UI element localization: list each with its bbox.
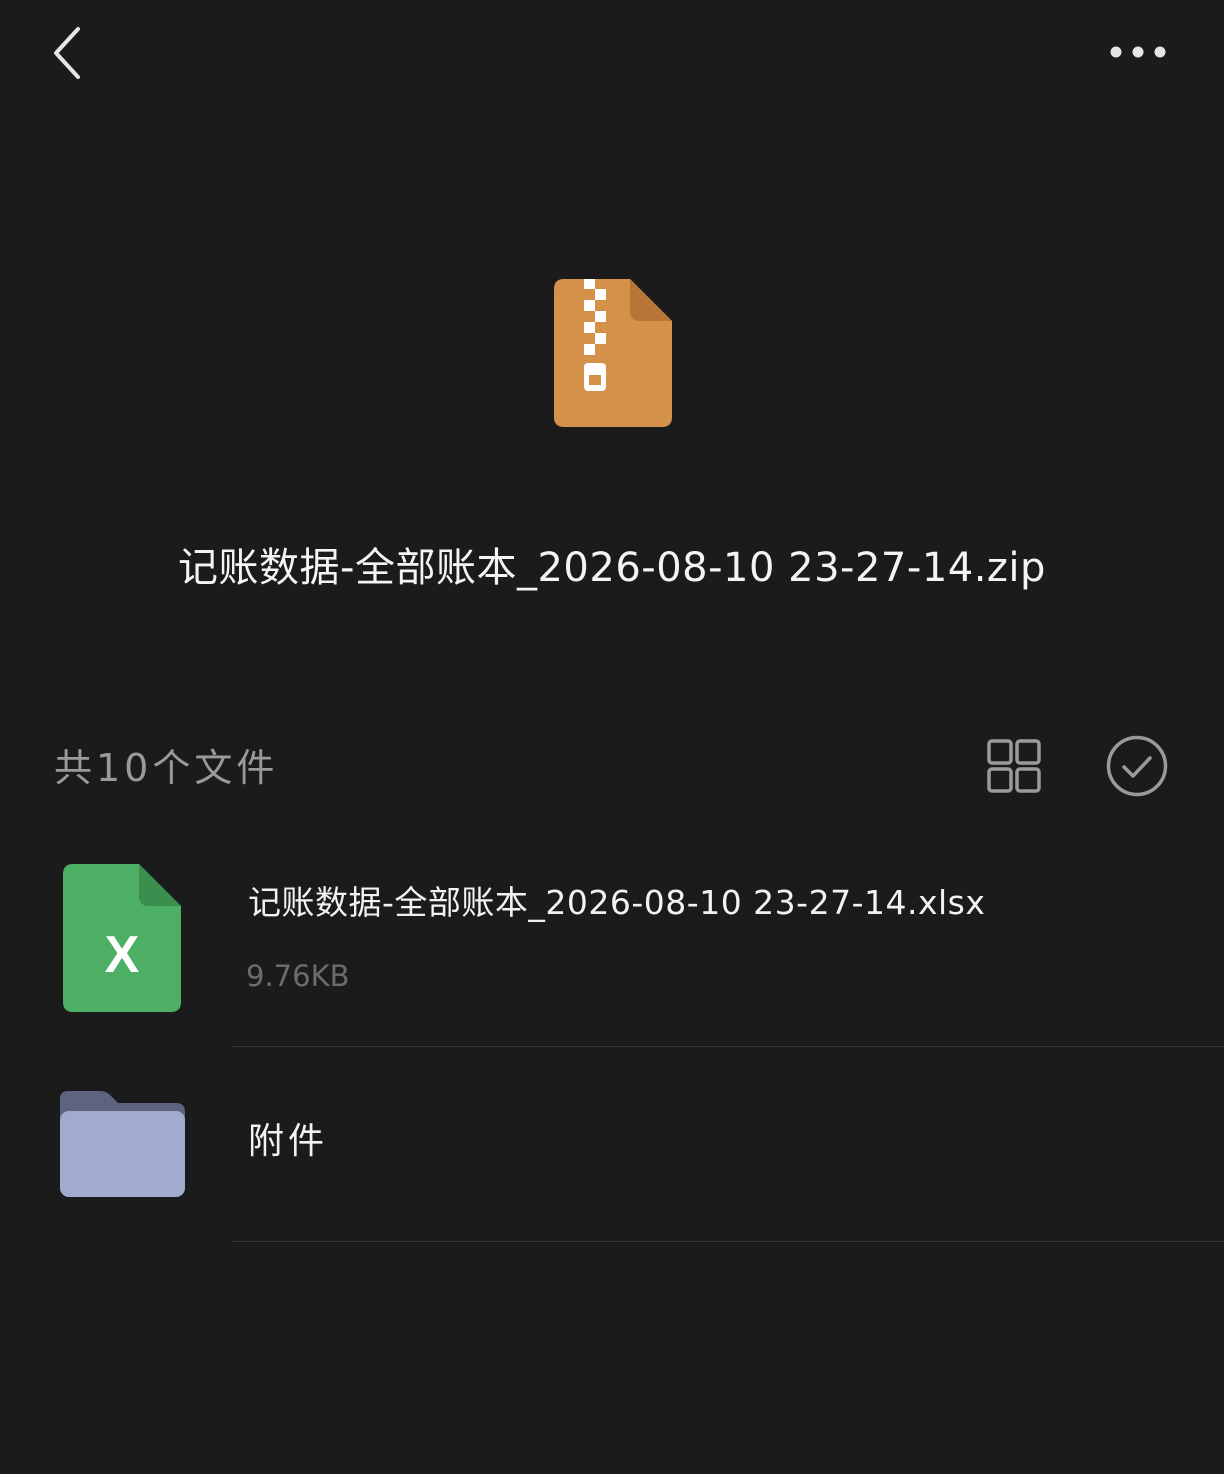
grid-view-icon	[987, 739, 1041, 793]
grid-view-button[interactable]	[982, 734, 1046, 798]
folder-name: 附件	[248, 1121, 329, 1162]
zip-file-icon	[554, 279, 672, 427]
archive-file-name: 记账数据-全部账本_2026-08-10 23-27-14.zip	[178, 545, 1046, 591]
multi-select-button[interactable]	[1104, 733, 1170, 799]
check-circle-icon	[1106, 735, 1168, 797]
file-list-item-folder[interactable]: 附件	[0, 1047, 1224, 1242]
chevron-left-icon	[54, 27, 80, 79]
file-name: 记账数据-全部账本_2026-08-10 23-27-14.xlsx	[248, 883, 986, 922]
back-button[interactable]	[38, 18, 98, 88]
file-count-label: 共10个文件	[54, 746, 279, 790]
divider	[232, 1241, 1224, 1242]
more-options-button[interactable]	[1100, 26, 1176, 78]
excel-icon-letter: X	[105, 926, 140, 984]
file-size: 9.76KB	[246, 959, 350, 993]
zip-preview-screen: 记账数据-全部账本_2026-08-10 23-27-14.zip 共10个文件…	[0, 0, 1224, 1474]
excel-file-icon: X	[63, 864, 181, 1012]
folder-icon	[60, 1091, 185, 1197]
more-horizontal-icon	[1110, 46, 1166, 58]
file-list-item-xlsx[interactable]: X 记账数据-全部账本_2026-08-10 23-27-14.xlsx 9.7…	[0, 850, 1224, 1047]
